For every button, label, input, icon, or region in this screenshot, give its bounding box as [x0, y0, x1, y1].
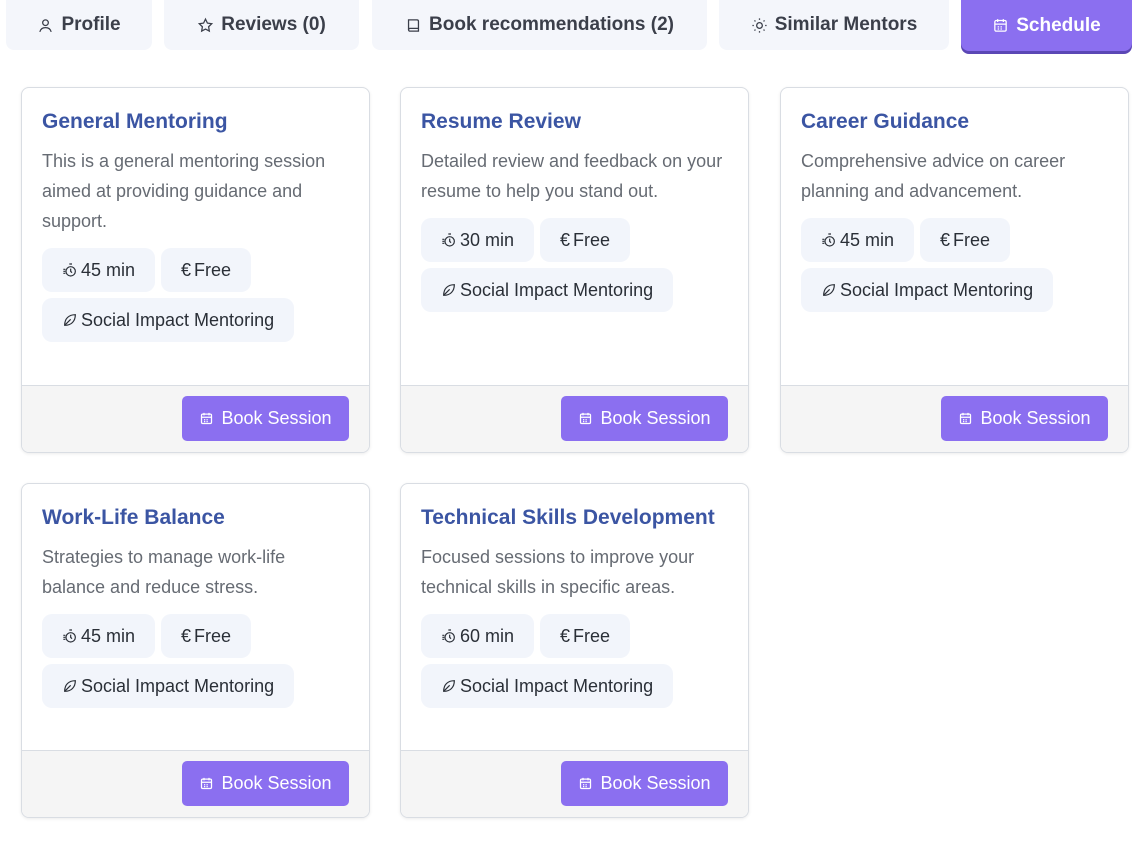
category-chip: Social Impact Mentoring [421, 664, 674, 708]
book-session-button[interactable]: Book Session [941, 396, 1108, 441]
session-title: General Mentoring [42, 110, 228, 133]
tab-similar-mentors[interactable]: Similar Mentors [719, 0, 949, 50]
price-chip: € Free [920, 218, 1011, 262]
category-chip: Social Impact Mentoring [42, 298, 295, 342]
session-title: Technical Skills Development [421, 506, 715, 529]
session-description: Detailed review and feedback on your res… [421, 151, 723, 201]
tab-label: Schedule [1016, 14, 1101, 36]
session-title: Resume Review [421, 110, 581, 133]
session-card: General Mentoring This is a general ment… [21, 87, 370, 453]
tab-reviews[interactable]: Reviews (0) [164, 0, 359, 50]
category-value: Social Impact Mentoring [460, 675, 654, 696]
session-description: Strategies to manage work-life balance a… [42, 547, 286, 597]
user-icon [39, 18, 53, 32]
calendar-icon [201, 412, 213, 425]
timer-icon [63, 629, 76, 643]
duration-value: 45 min [81, 625, 136, 646]
book-session-button[interactable]: Book Session [182, 396, 349, 441]
calendar-icon [201, 777, 213, 790]
star-icon [198, 17, 214, 32]
card-footer: Book Session [22, 750, 369, 817]
session-title: Work-Life Balance [42, 506, 225, 529]
timer-icon [63, 263, 76, 277]
price-value: Free [573, 625, 611, 646]
session-title: Career Guidance [801, 110, 970, 133]
duration-chip: 30 min [421, 218, 535, 262]
book-session-label: Book Session [980, 408, 1091, 428]
book-session-button[interactable]: Book Session [561, 761, 728, 806]
tab-label: Reviews (0) [221, 14, 326, 35]
duration-value: 60 min [460, 625, 515, 646]
price-value: Free [194, 625, 232, 646]
tab-label: Profile [61, 14, 121, 35]
session-card: Work-Life Balance Strategies to manage w… [21, 483, 370, 818]
price-chip: € Free [161, 248, 252, 292]
tab-book-recommendations[interactable]: Book recommendations (2) [372, 0, 707, 50]
duration-chip: 45 min [42, 614, 156, 658]
calendar-icon [994, 19, 1008, 32]
card-footer: Book Session [781, 385, 1128, 452]
book-session-button[interactable]: Book Session [182, 761, 349, 806]
price-value: Free [573, 229, 611, 250]
calendar-icon [580, 412, 592, 425]
card-footer: Book Session [22, 385, 369, 452]
card-footer: Book Session [401, 750, 748, 817]
tab-label: Similar Mentors [774, 14, 918, 35]
session-description: Comprehensive advice on career planning … [801, 151, 1066, 201]
session-card: Technical Skills Development Focused ses… [400, 483, 749, 818]
euro-icon: € [181, 625, 192, 646]
leaf-icon [823, 284, 835, 296]
book-session-label: Book Session [221, 773, 332, 793]
category-chip: Social Impact Mentoring [421, 268, 674, 312]
tab-label: Book recommendations (2) [429, 14, 674, 35]
price-value: Free [953, 229, 991, 250]
leaf-icon [64, 314, 76, 326]
session-description: This is a general mentoring session aime… [42, 151, 326, 231]
duration-value: 45 min [81, 259, 136, 280]
leaf-icon [64, 680, 76, 692]
price-chip: € Free [540, 614, 631, 658]
timer-icon [442, 233, 455, 247]
euro-icon: € [181, 259, 192, 280]
session-card: Career Guidance Comprehensive advice on … [780, 87, 1129, 453]
price-chip: € Free [540, 218, 631, 262]
card-footer: Book Session [401, 385, 748, 452]
session-description: Focused sessions to improve your technic… [421, 547, 695, 597]
timer-icon [822, 233, 835, 247]
tab-profile[interactable]: Profile [6, 0, 152, 50]
book-icon [407, 18, 420, 32]
category-value: Social Impact Mentoring [460, 279, 654, 300]
category-value: Social Impact Mentoring [81, 675, 275, 696]
calendar-icon [580, 777, 592, 790]
book-session-label: Book Session [600, 773, 711, 793]
tab-schedule[interactable]: Schedule [961, 0, 1132, 51]
category-value: Social Impact Mentoring [840, 279, 1034, 300]
duration-chip: 45 min [42, 248, 156, 292]
book-session-button[interactable]: Book Session [561, 396, 728, 441]
leaf-icon [443, 680, 455, 692]
euro-icon: € [560, 229, 571, 250]
leaf-icon [443, 284, 455, 296]
duration-value: 45 min [840, 229, 895, 250]
session-card: Resume Review Detailed review and feedba… [400, 87, 749, 453]
duration-chip: 45 min [801, 218, 915, 262]
category-chip: Social Impact Mentoring [801, 268, 1054, 312]
calendar-icon [960, 412, 972, 425]
sun-icon [752, 17, 767, 33]
euro-icon: € [940, 229, 951, 250]
price-chip: € Free [161, 614, 252, 658]
euro-icon: € [560, 625, 571, 646]
book-session-label: Book Session [221, 408, 332, 428]
tab-bar: Profile Reviews (0) Book recommendations… [0, 0, 1140, 52]
duration-chip: 60 min [421, 614, 535, 658]
timer-icon [442, 629, 455, 643]
category-value: Social Impact Mentoring [81, 309, 275, 330]
duration-value: 30 min [460, 229, 515, 250]
price-value: Free [194, 259, 232, 280]
category-chip: Social Impact Mentoring [42, 664, 295, 708]
book-session-label: Book Session [600, 408, 711, 428]
